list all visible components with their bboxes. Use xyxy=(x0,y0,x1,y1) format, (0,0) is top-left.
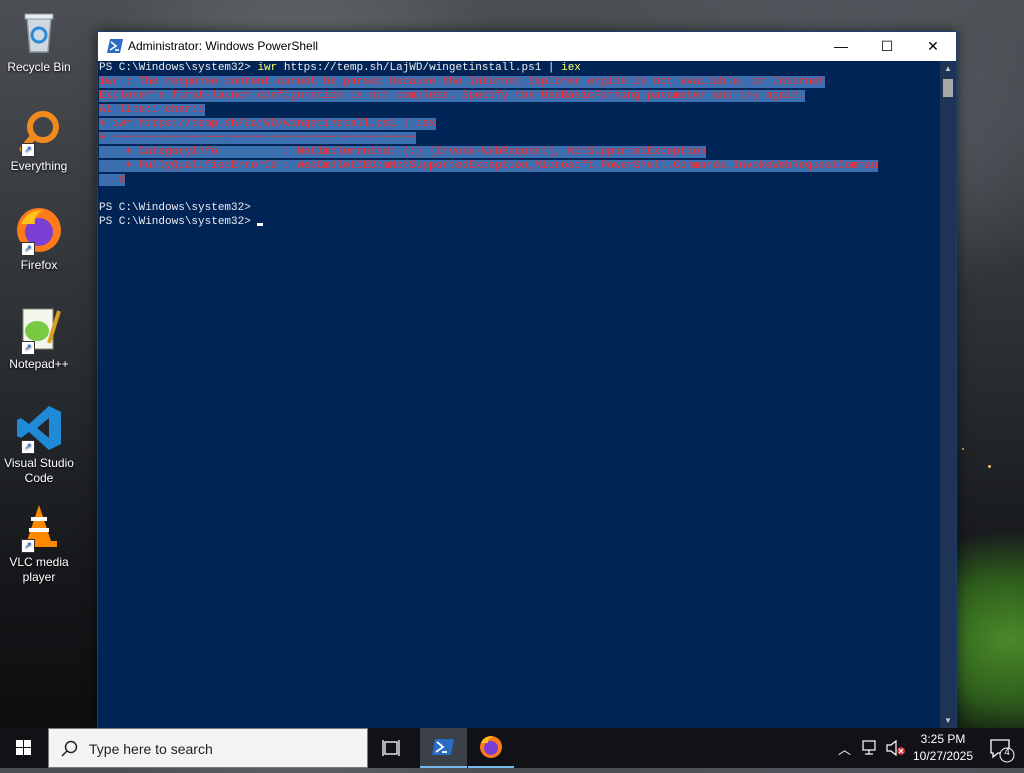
desktop-icon-label: Visual Studio Code xyxy=(4,456,74,485)
error-line: + iwr https://temp.sh/LajWD/wingetinstal… xyxy=(99,118,436,130)
error-line: + CategoryInfo : NotImplemented: (:) [In… xyxy=(99,146,707,158)
command-args: https://temp.sh/LajWD/wingetinstall.ps1 … xyxy=(277,62,562,74)
firefox-icon: ↗ xyxy=(15,206,63,256)
minimize-button[interactable]: — xyxy=(818,32,864,61)
desktop-icon-label: Recycle Bin xyxy=(7,60,71,74)
console-output[interactable]: PS C:\Windows\system32> iwr https://temp… xyxy=(98,61,940,729)
vlc-cone-icon: ↗ xyxy=(15,503,63,553)
text-cursor xyxy=(257,223,264,226)
notepad-plus-plus-icon: ↗ xyxy=(15,305,63,355)
prompt-text: PS C:\Windows\system32> xyxy=(99,216,258,228)
action-center-button[interactable]: 4 xyxy=(976,728,1024,768)
clock-time: 3:25 PM xyxy=(920,732,966,746)
everything-search-icon: ↗ xyxy=(15,107,63,157)
recycle-bin-icon xyxy=(15,8,63,56)
shortcut-arrow-icon: ↗ xyxy=(21,440,35,454)
volume-muted-icon[interactable] xyxy=(886,740,906,756)
notification-count-badge: 4 xyxy=(1004,747,1010,758)
vscode-icon: ↗ xyxy=(15,404,63,454)
window-title: Administrator: Windows PowerShell xyxy=(128,39,319,53)
console-line-command: PS C:\Windows\system32> iwr https://temp… xyxy=(98,61,940,75)
powershell-icon xyxy=(432,739,454,755)
window-titlebar[interactable]: Administrator: Windows PowerShell — ☐ ✕ xyxy=(98,32,956,61)
search-icon xyxy=(61,740,78,757)
desktop-icon-notepad-plus-plus[interactable]: ↗ Notepad++ xyxy=(4,305,74,372)
taskbar-app-firefox[interactable] xyxy=(468,728,514,768)
close-button[interactable]: ✕ xyxy=(910,32,956,61)
windows-logo-icon xyxy=(16,740,31,755)
scroll-up-arrow-icon[interactable]: ▲ xyxy=(940,61,956,77)
powershell-icon xyxy=(107,39,123,53)
maximize-button[interactable]: ☐ xyxy=(864,32,910,61)
shortcut-arrow-icon: ↗ xyxy=(21,341,35,355)
show-hidden-icons-chevron-icon[interactable]: ︿ xyxy=(838,739,851,758)
shortcut-arrow-icon: ↗ xyxy=(21,539,35,553)
desktop-icon-label: Notepad++ xyxy=(9,357,69,371)
powershell-window[interactable]: Administrator: Windows PowerShell — ☐ ✕ … xyxy=(97,31,957,730)
vertical-scrollbar[interactable]: ▲ ▼ xyxy=(940,61,956,729)
desktop-icon-label: VLC media player xyxy=(9,555,69,584)
clock-date: 10/27/2025 xyxy=(912,749,974,763)
error-line: At line:1 char:1 xyxy=(99,104,205,116)
desktop-icon-vlc[interactable]: ↗ VLC media player xyxy=(4,503,74,585)
error-line: + ~~~~~~~~~~~~~~~~~~~~~~~~~~~~~~~~~~~~~~… xyxy=(99,132,416,144)
scroll-down-arrow-icon[interactable]: ▼ xyxy=(940,713,956,729)
desktop-icon-recycle-bin[interactable]: Recycle Bin xyxy=(4,8,74,75)
desktop-icon-vscode[interactable]: ↗ Visual Studio Code xyxy=(4,404,74,486)
desktop-icon-everything[interactable]: ↗ Everything xyxy=(4,107,74,174)
start-button[interactable] xyxy=(0,728,48,768)
taskbar: Type here to search ︿ 3:25 PM 10/27/2025… xyxy=(0,728,1024,768)
star-decoration xyxy=(962,448,964,450)
prompt-line-active[interactable]: PS C:\Windows\system32> xyxy=(98,215,940,229)
taskbar-clock[interactable]: 3:25 PM 10/27/2025 xyxy=(910,731,976,765)
error-line: + FullyQualifiedErrorId : WebCmdletIEDom… xyxy=(99,160,878,172)
taskbar-search-box[interactable]: Type here to search xyxy=(48,728,368,768)
desktop-icon-firefox[interactable]: ↗ Firefox xyxy=(4,206,74,273)
search-placeholder: Type here to search xyxy=(89,741,213,757)
task-view-button[interactable] xyxy=(368,728,416,768)
desktop-icon-label: Everything xyxy=(10,159,68,173)
command-name: iwr xyxy=(257,62,278,74)
shortcut-arrow-icon: ↗ xyxy=(21,143,35,157)
error-line: d xyxy=(99,174,126,186)
scrollbar-thumb[interactable] xyxy=(943,79,953,97)
command-pipe-target: iex xyxy=(561,62,581,74)
error-line: Explorer's first-launch configuration is… xyxy=(99,90,806,102)
notifications-icon xyxy=(990,739,1015,763)
firefox-icon xyxy=(480,736,502,758)
prompt-line: PS C:\Windows\system32> xyxy=(99,202,251,214)
desktop-icon-label: Firefox xyxy=(20,258,58,272)
taskbar-app-powershell[interactable] xyxy=(420,728,467,768)
prompt-text: PS C:\Windows\system32> xyxy=(99,62,258,74)
network-icon[interactable] xyxy=(862,740,880,756)
task-view-icon xyxy=(382,740,400,756)
error-line: iwr : The response content cannot be par… xyxy=(99,76,826,88)
shortcut-arrow-icon: ↗ xyxy=(21,242,35,256)
star-decoration xyxy=(988,465,991,468)
